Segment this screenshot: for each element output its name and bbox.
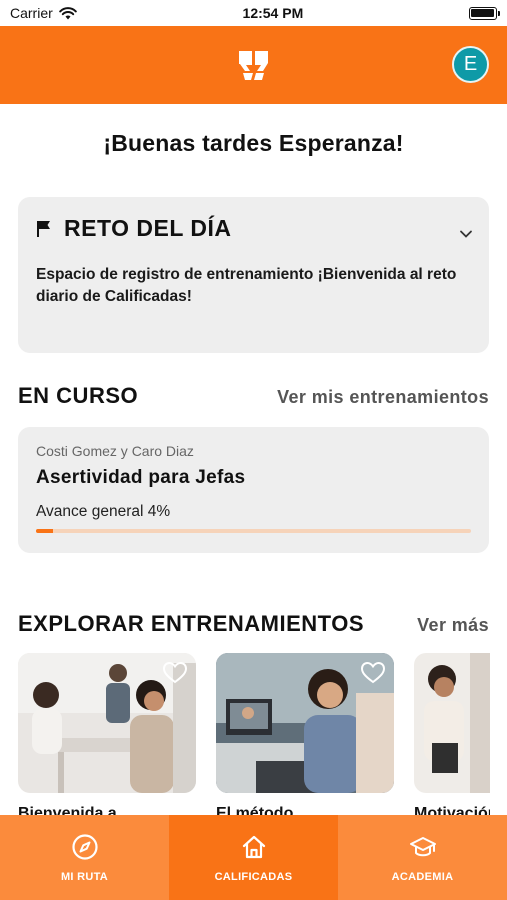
nav-label: MI RUTA <box>60 870 109 883</box>
flag-icon <box>37 220 50 237</box>
training-photo-presenter <box>414 653 490 793</box>
nav-academia[interactable]: ACADEMIA <box>338 815 507 900</box>
ver-mas-link[interactable]: Ver más <box>417 615 489 636</box>
nav-calificadas[interactable]: CALIFICADAS <box>169 815 338 900</box>
chevron-down-icon[interactable] <box>459 227 473 241</box>
training-card-2[interactable] <box>216 653 394 793</box>
course-title: Asertividad para Jefas <box>36 467 246 488</box>
en-curso-header: EN CURSO Ver mis entrenamientos <box>0 383 507 409</box>
app-header: E <box>0 26 507 104</box>
favorite-heart-icon[interactable] <box>162 661 188 685</box>
training-card-1[interactable] <box>18 653 196 793</box>
status-bar: Carrier 12:54 PM <box>0 0 507 26</box>
course-progress-label: Avance general 4% <box>36 503 171 520</box>
course-progress-bar <box>36 529 471 533</box>
graduation-cap-icon <box>409 836 436 856</box>
carrier-label: Carrier <box>10 5 53 21</box>
favorite-heart-icon[interactable] <box>360 661 386 685</box>
bottom-navigation: MI RUTA CALIFICADAS ACADEMIA <box>0 815 507 900</box>
explorar-title: EXPLORAR ENTRENAMIENTOS <box>18 611 365 636</box>
status-left: Carrier <box>10 5 77 21</box>
reto-title: RETO DEL DÍA <box>64 215 232 241</box>
reto-description: Espacio de registro de entrenamiento ¡Bi… <box>36 266 457 305</box>
wifi-icon <box>58 6 77 19</box>
training-carousel[interactable] <box>0 653 490 793</box>
reto-del-dia-card[interactable]: RETO DEL DÍA Espacio de registro de entr… <box>18 197 489 353</box>
explorar-header: EXPLORAR ENTRENAMIENTOS Ver más <box>0 611 507 637</box>
user-avatar[interactable]: E <box>452 46 489 83</box>
course-progress-fill <box>36 529 54 533</box>
home-icon <box>242 835 265 858</box>
course-authors: Costi Gomez y Caro Diaz <box>36 443 194 459</box>
greeting-title: ¡Buenas tardes Esperanza! <box>103 130 404 156</box>
nav-label: ACADEMIA <box>391 870 454 883</box>
en-curso-title: EN CURSO <box>18 383 139 408</box>
nav-label: CALIFICADAS <box>214 870 293 883</box>
battery-icon <box>468 6 500 20</box>
brand-logo-icon <box>238 51 268 80</box>
status-time: 12:54 PM <box>242 5 304 21</box>
nav-mi-ruta[interactable]: MI RUTA <box>0 815 169 900</box>
compass-icon <box>71 833 98 860</box>
ver-mis-entrenamientos-link[interactable]: Ver mis entrenamientos <box>277 387 489 408</box>
training-card-3[interactable] <box>414 653 490 793</box>
course-card[interactable]: Costi Gomez y Caro Diaz Asertividad para… <box>18 427 489 553</box>
reto-header: RETO DEL DÍA <box>36 215 471 242</box>
